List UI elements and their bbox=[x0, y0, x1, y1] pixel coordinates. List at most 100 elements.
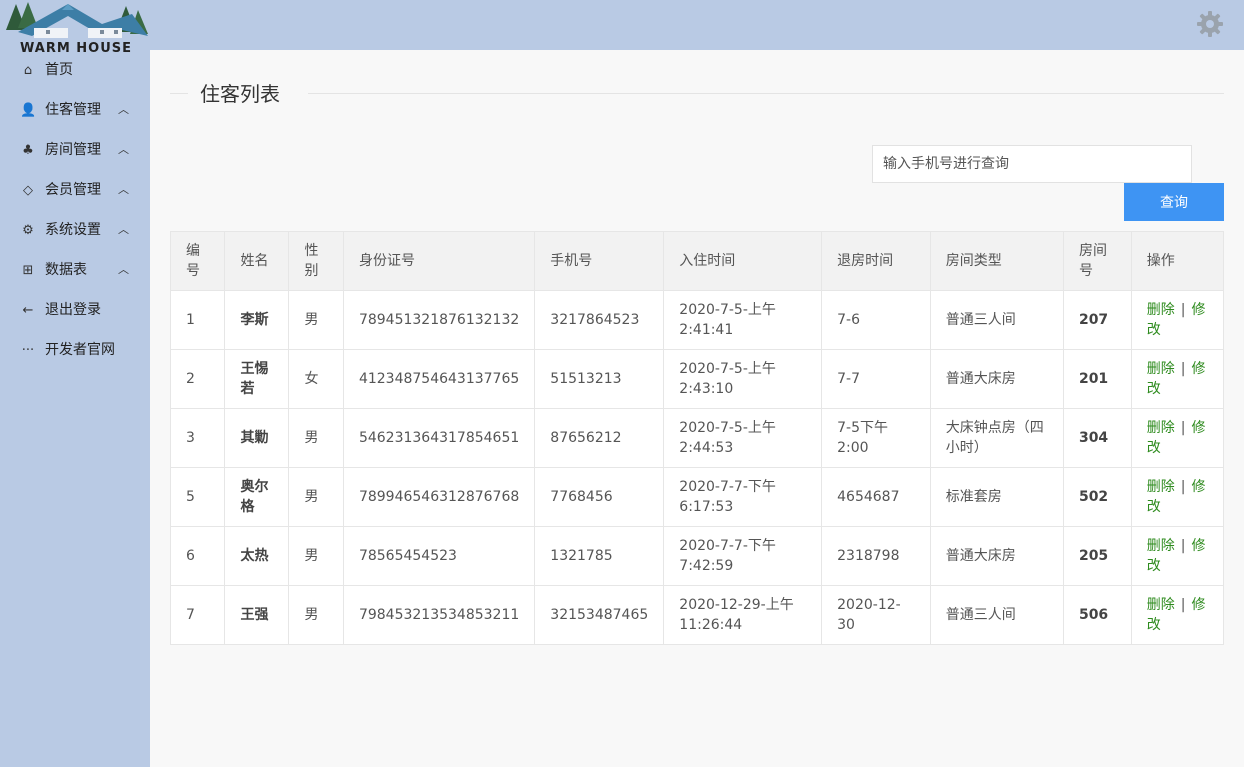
delete-link[interactable]: 删除 bbox=[1147, 479, 1175, 495]
guest-table: 编号 姓名 性别 身份证号 手机号 入住时间 退房时间 房间类型 房间号 操作 … bbox=[169, 231, 1225, 645]
gear-icon[interactable] bbox=[1196, 10, 1224, 38]
cell-name: 太热 bbox=[224, 526, 290, 586]
table-row: 1 李斯 男 789451321876132132 3217864523 202… bbox=[169, 290, 1225, 350]
cell-name: 李斯 bbox=[224, 290, 290, 350]
table-row: 3 其勦 男 546231364317854651 87656212 2020-… bbox=[169, 408, 1225, 468]
cell-actions: 删除 | 修改 bbox=[1130, 585, 1225, 645]
cell-actions: 删除 | 修改 bbox=[1130, 408, 1225, 468]
col-header-room: 房间号 bbox=[1062, 231, 1132, 291]
divider bbox=[170, 93, 188, 94]
cell-idcard: 546231364317854651 bbox=[342, 408, 536, 468]
col-header-gender: 性别 bbox=[288, 231, 344, 291]
cell-room: 506 bbox=[1062, 585, 1132, 645]
sidebar-item-label: 首页 bbox=[45, 62, 73, 78]
sidebar-item-label: 会员管理 bbox=[45, 182, 101, 198]
delete-link[interactable]: 删除 bbox=[1147, 597, 1175, 613]
cell-actions: 删除 | 修改 bbox=[1130, 349, 1225, 409]
sidebar-item-members[interactable]: ◇ 会员管理 ︿ bbox=[0, 176, 150, 216]
table-icon: ⊞ bbox=[22, 263, 34, 278]
cell-idcard: 798453213534853211 bbox=[342, 585, 536, 645]
cell-name: 其勦 bbox=[224, 408, 290, 468]
cell-gender: 男 bbox=[288, 585, 344, 645]
table-header-row: 编号 姓名 性别 身份证号 手机号 入住时间 退房时间 房间类型 房间号 操作 bbox=[169, 231, 1225, 291]
sidebar-item-rooms[interactable]: ♣ 房间管理 ︿ bbox=[0, 136, 150, 176]
search-button[interactable]: 查询 bbox=[1124, 183, 1224, 221]
phone-search-input[interactable] bbox=[872, 145, 1192, 183]
sidebar-item-label: 数据表 bbox=[45, 262, 87, 278]
cell-checkout: 7-6 bbox=[821, 290, 931, 350]
delete-link[interactable]: 删除 bbox=[1147, 361, 1175, 377]
cell-roomtype: 标准套房 bbox=[929, 467, 1064, 527]
page-title: 住客列表 bbox=[200, 82, 280, 106]
cell-phone: 32153487465 bbox=[534, 585, 665, 645]
cell-phone: 7768456 bbox=[534, 467, 665, 527]
col-header-checkout: 退房时间 bbox=[821, 231, 931, 291]
cell-name: 王惕若 bbox=[224, 349, 290, 409]
cell-gender: 男 bbox=[288, 526, 344, 586]
cell-phone: 3217864523 bbox=[534, 290, 665, 350]
cell-phone: 1321785 bbox=[534, 526, 665, 586]
sidebar-item-guests[interactable]: 👤 住客管理 ︿ bbox=[0, 96, 150, 136]
sidebar-item-home[interactable]: ⌂ 首页 bbox=[0, 56, 150, 96]
cell-checkin: 2020-7-7-下午7:42:59 bbox=[663, 526, 823, 586]
cell-id: 3 bbox=[169, 408, 226, 468]
separator: | bbox=[1180, 479, 1186, 495]
delete-link[interactable]: 删除 bbox=[1147, 302, 1175, 318]
main-content: 住客列表 查询 编号 姓名 性别 身份证号 手机号 入住时间 退房时间 房间类型… bbox=[150, 50, 1244, 767]
cell-checkin: 2020-7-5-上午2:43:10 bbox=[663, 349, 823, 409]
col-header-checkin: 入住时间 bbox=[663, 231, 823, 291]
cell-checkout: 7-7 bbox=[821, 349, 931, 409]
sidebar-item-label: 房间管理 bbox=[45, 142, 101, 158]
separator: | bbox=[1180, 597, 1186, 613]
cell-checkin: 2020-12-29-上午11:26:44 bbox=[663, 585, 823, 645]
home-icon: ⌂ bbox=[23, 63, 33, 78]
col-header-phone: 手机号 bbox=[534, 231, 665, 291]
cell-phone: 51513213 bbox=[534, 349, 665, 409]
palm-icon: ♣ bbox=[22, 143, 34, 158]
settings-button[interactable] bbox=[1196, 10, 1224, 38]
cell-roomtype: 普通三人间 bbox=[929, 290, 1064, 350]
col-header-id: 编号 bbox=[169, 231, 226, 291]
gear-icon: ⚙ bbox=[22, 223, 34, 238]
diamond-icon: ◇ bbox=[23, 183, 33, 198]
sidebar-item-label: 住客管理 bbox=[45, 102, 101, 118]
cell-checkin: 2020-7-7-下午6:17:53 bbox=[663, 467, 823, 527]
chevron-up-icon: ︿ bbox=[118, 103, 129, 116]
sidebar-item-label: 系统设置 bbox=[45, 222, 101, 238]
cell-roomtype: 普通三人间 bbox=[929, 585, 1064, 645]
cell-gender: 女 bbox=[288, 349, 344, 409]
table-row: 5 奥尔格 男 789946546312876768 7768456 2020-… bbox=[169, 467, 1225, 527]
col-header-actions: 操作 bbox=[1130, 231, 1225, 291]
sidebar-item-settings[interactable]: ⚙ 系统设置 ︿ bbox=[0, 216, 150, 256]
section-legend: 住客列表 bbox=[170, 80, 1224, 108]
col-header-idcard: 身份证号 bbox=[342, 231, 536, 291]
cell-name: 奥尔格 bbox=[224, 467, 290, 527]
cell-gender: 男 bbox=[288, 467, 344, 527]
cell-roomtype: 普通大床房 bbox=[929, 349, 1064, 409]
cell-checkout: 4654687 bbox=[821, 467, 931, 527]
sidebar-item-logout[interactable]: ← 退出登录 bbox=[0, 296, 150, 336]
cell-checkout: 2318798 bbox=[821, 526, 931, 586]
sidebar-item-label: 退出登录 bbox=[45, 302, 101, 318]
cell-checkin: 2020-7-5-上午2:44:53 bbox=[663, 408, 823, 468]
cell-room: 205 bbox=[1062, 526, 1132, 586]
chevron-up-icon: ︿ bbox=[118, 143, 129, 156]
cell-idcard: 789946546312876768 bbox=[342, 467, 536, 527]
cell-phone: 87656212 bbox=[534, 408, 665, 468]
cell-roomtype: 普通大床房 bbox=[929, 526, 1064, 586]
sidebar: ⌂ 首页 👤 住客管理 ︿ ♣ 房间管理 ︿ ◇ 会员管理 ︿ ⚙ 系统设置 ︿ ⊞ 数据表 ︿ ← 退… bbox=[0, 56, 150, 376]
cell-id: 6 bbox=[169, 526, 226, 586]
logo: WARM HOUSE bbox=[2, 0, 152, 56]
delete-link[interactable]: 删除 bbox=[1147, 420, 1175, 436]
cell-gender: 男 bbox=[288, 290, 344, 350]
sidebar-item-developer[interactable]: ··· 开发者官网 bbox=[0, 336, 150, 376]
table-row: 7 王强 男 798453213534853211 32153487465 20… bbox=[169, 585, 1225, 645]
sidebar-item-datatable[interactable]: ⊞ 数据表 ︿ bbox=[0, 256, 150, 296]
user-icon: 👤 bbox=[20, 103, 37, 118]
cell-actions: 删除 | 修改 bbox=[1130, 467, 1225, 527]
cell-idcard: 412348754643137765 bbox=[342, 349, 536, 409]
chevron-up-icon: ︿ bbox=[118, 223, 129, 236]
delete-link[interactable]: 删除 bbox=[1147, 538, 1175, 554]
divider bbox=[308, 93, 1224, 94]
cell-room: 201 bbox=[1062, 349, 1132, 409]
